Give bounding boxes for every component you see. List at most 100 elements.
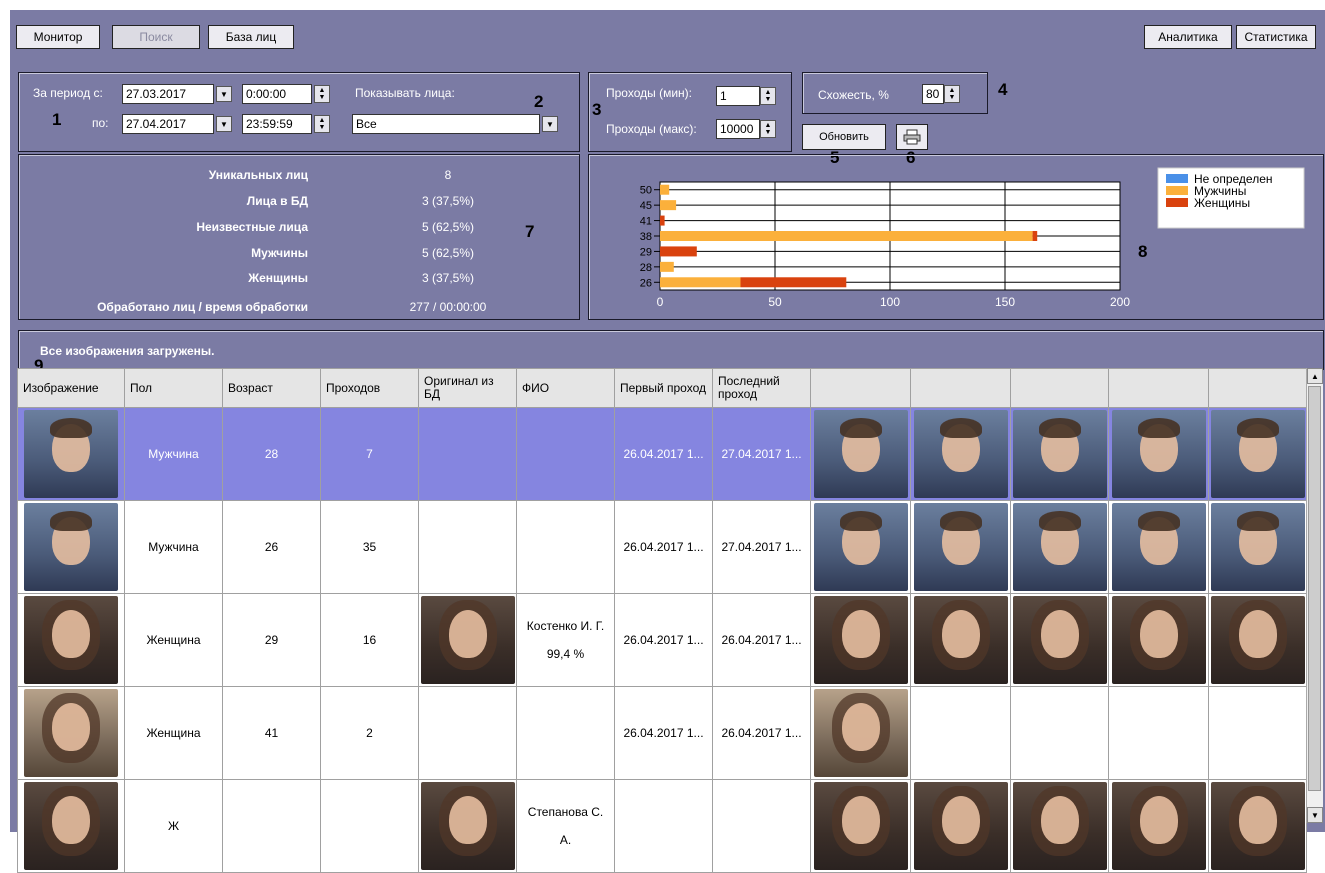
stat-value: 277 / 00:00:00 <box>409 300 487 314</box>
face-thumbnail <box>1012 782 1107 870</box>
column-header[interactable]: ФИО <box>516 368 615 408</box>
match-score: А. <box>559 833 572 847</box>
column-header[interactable]: Последний проход <box>712 368 811 408</box>
face-thumbnail <box>420 782 515 870</box>
bar-segment <box>660 184 670 195</box>
from-time-spinner-icon[interactable]: ▲ ▼ <box>314 85 330 103</box>
face-base-button[interactable]: База лиц <box>208 25 294 49</box>
column-header[interactable]: Пол <box>124 368 223 408</box>
bar-segment <box>660 231 1033 241</box>
passes-panel <box>588 72 792 152</box>
stat-name: Обработано лиц / время обработки <box>97 300 308 314</box>
scroll-down-icon[interactable]: ▼ <box>1307 807 1323 823</box>
cell-first-pass: 26.04.2017 1... <box>614 593 713 687</box>
statistics-button[interactable]: Статистика <box>1236 25 1316 49</box>
y-tick-label: 28 <box>640 262 652 274</box>
cell-name <box>516 500 615 594</box>
to-date-dropdown-icon[interactable]: ▼ <box>216 116 232 132</box>
period-to-label: по: <box>92 116 109 130</box>
scroll-up-icon[interactable]: ▲ <box>1307 368 1323 384</box>
y-tick-label: 29 <box>640 246 652 258</box>
column-header[interactable]: Изображение <box>17 368 125 408</box>
cell-name <box>516 686 615 780</box>
status-text: Все изображения загружены. <box>40 344 215 358</box>
column-header[interactable]: Первый проход <box>614 368 713 408</box>
cell-gender: Мужчина <box>124 500 223 594</box>
table-row[interactable]: Мужчина 28 7 26.04.2017 1... 27.04.2017 1... <box>17 407 1307 501</box>
to-time-field[interactable]: 23:59:59 <box>242 114 312 134</box>
bar-segment <box>740 277 847 288</box>
cell-last-pass: 27.04.2017 1... <box>712 407 811 501</box>
face-thumbnail <box>24 596 118 684</box>
x-tick-label: 200 <box>1110 295 1130 309</box>
search-button[interactable]: Поиск <box>112 25 200 49</box>
callout-3: 3 <box>592 100 602 119</box>
passes-max-field[interactable]: 10000 <box>716 119 760 139</box>
column-header[interactable]: Проходов <box>320 368 419 408</box>
column-header[interactable] <box>1208 368 1307 408</box>
monitor-button[interactable]: Монитор <box>16 25 100 49</box>
to-time-spinner-icon[interactable]: ▲ ▼ <box>314 115 330 133</box>
passes-max-spinner-icon[interactable]: ▲ ▼ <box>760 120 776 138</box>
cell-age: 28 <box>222 407 321 501</box>
cell-last-pass <box>712 779 811 873</box>
stat-name: Лица в БД <box>246 194 308 208</box>
show-faces-label: Показывать лица: <box>355 86 455 100</box>
column-header[interactable]: Оригинал из БД <box>418 368 517 408</box>
column-header[interactable] <box>810 368 911 408</box>
scroll-thumb[interactable] <box>1308 386 1321 791</box>
table-scrollbar[interactable]: ▲ ▼ <box>1306 368 1323 823</box>
cell-first-pass: 26.04.2017 1... <box>614 407 713 501</box>
stat-value: 5 (62,5%) <box>421 246 475 260</box>
print-button[interactable] <box>896 124 928 150</box>
column-header[interactable] <box>1010 368 1109 408</box>
callout-4: 4 <box>998 80 1008 99</box>
stat-name: Мужчины <box>251 246 308 260</box>
cell-first-pass <box>614 779 713 873</box>
table-row[interactable]: Мужчина 26 35 26.04.2017 1... 27.04.2017 1..… <box>17 500 1307 594</box>
age-gender-chart: 0 50 100 150 20050454138292826Не определенМу… <box>640 167 1305 309</box>
bar-segment <box>660 246 697 257</box>
cell-name <box>516 407 615 501</box>
cell-gender: Мужчина <box>124 407 223 501</box>
y-tick-label: 26 <box>640 277 652 289</box>
table-row[interactable]: Женщина 41 2 26.04.2017 1... 26.04.2017 1... <box>17 686 1307 780</box>
y-tick-label: 38 <box>640 231 652 243</box>
cell-age <box>222 779 321 873</box>
similarity-spinner-icon[interactable]: ▲ ▼ <box>944 85 960 103</box>
callout-1: 1 <box>52 110 62 129</box>
face-thumbnail <box>813 410 908 498</box>
analytics-button[interactable]: Аналитика <box>1144 25 1232 49</box>
callout-2: 2 <box>534 92 544 111</box>
face-thumbnail <box>913 596 1008 684</box>
refresh-button[interactable]: Обновить <box>802 124 886 150</box>
show-faces-select[interactable]: Все <box>352 114 540 134</box>
similarity-field[interactable]: 80 <box>922 84 944 104</box>
face-thumbnail <box>420 596 515 684</box>
cell-gender: Ж <box>124 779 223 873</box>
x-tick-label: 100 <box>880 295 900 309</box>
face-thumbnail <box>1111 503 1206 591</box>
bar-segment <box>1032 231 1038 241</box>
column-header[interactable]: Возраст <box>222 368 321 408</box>
from-date-dropdown-icon[interactable]: ▼ <box>216 86 232 102</box>
face-thumbnail <box>24 782 118 870</box>
passes-min-spinner-icon[interactable]: ▲ ▼ <box>760 87 776 105</box>
show-faces-dropdown-icon[interactable]: ▼ <box>542 116 558 132</box>
column-header[interactable] <box>1108 368 1209 408</box>
face-thumbnail <box>813 503 908 591</box>
table-row[interactable]: Женщина 29 16 Костенко И. Г. 99,4 % 26.04.201… <box>17 593 1307 687</box>
passes-min-field[interactable]: 1 <box>716 86 760 106</box>
from-date-field[interactable]: 27.03.2017 <box>122 84 214 104</box>
column-header[interactable] <box>910 368 1011 408</box>
stat-value: 3 (37,5%) <box>421 271 475 285</box>
face-thumbnail <box>1012 410 1107 498</box>
face-thumbnail <box>913 503 1008 591</box>
x-tick-label: 0 <box>657 295 664 309</box>
to-date-field[interactable]: 27.04.2017 <box>122 114 214 134</box>
from-time-field[interactable]: 0:00:00 <box>242 84 312 104</box>
face-thumbnail <box>1210 410 1305 498</box>
cell-age: 26 <box>222 500 321 594</box>
table-row[interactable]: Ж Степанова С. А. <box>17 779 1307 873</box>
face-thumbnail <box>1012 503 1107 591</box>
